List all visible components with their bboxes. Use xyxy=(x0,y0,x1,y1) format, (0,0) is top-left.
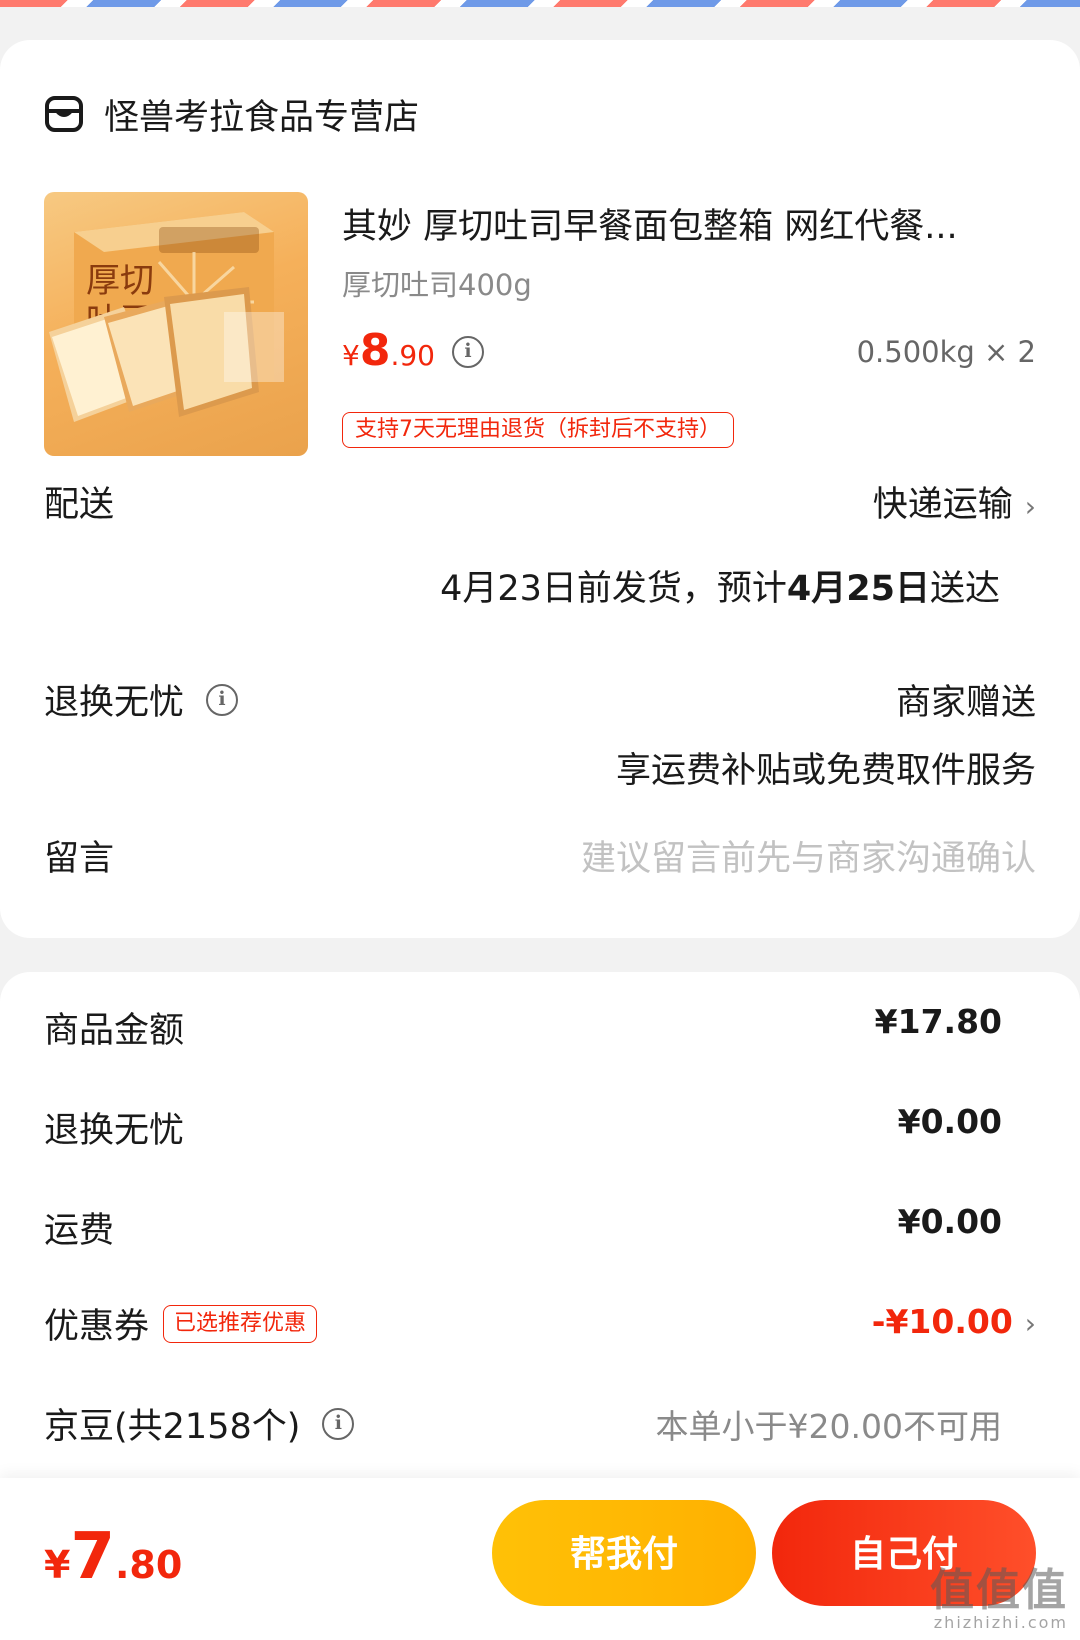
chevron-right-icon: › xyxy=(1024,490,1036,523)
jingdou-info-icon[interactable]: i xyxy=(322,1407,355,1440)
watermark-logo: 值值值 xyxy=(930,1565,1068,1616)
worry-free-cost-label: 退换无忧 xyxy=(44,1111,185,1151)
total-currency: ¥ xyxy=(44,1543,71,1587)
worry-free-info-icon[interactable]: i xyxy=(206,683,239,716)
worry-free-row-label: 退换无忧 i xyxy=(44,674,239,725)
airmail-stripe xyxy=(0,0,1080,7)
message-label: 留言 xyxy=(44,839,115,879)
worry-free-value: 商家赠送 xyxy=(895,683,1036,723)
product-quantity: 0.500kg × 2 xyxy=(856,335,1036,369)
price-info-icon[interactable]: i xyxy=(452,336,484,368)
shipping-detail-date: 4月25日 xyxy=(786,569,930,609)
coupon-value: -¥10.00 xyxy=(871,1302,1013,1341)
goods-amount-value: ¥17.80 xyxy=(874,1002,1002,1041)
help-pay-button[interactable]: 帮我付 xyxy=(492,1500,756,1606)
price-decimal: .90 xyxy=(390,339,435,372)
coupon-row-label: 优惠券 已选推荐优惠 xyxy=(44,1298,318,1349)
total-price: ¥ 7 .80 xyxy=(44,1520,182,1594)
product-image[interactable]: 厚切 吐司 xyxy=(44,192,308,456)
total-decimal: .80 xyxy=(114,1543,183,1587)
store-row[interactable]: 怪兽考拉食品专营店 xyxy=(44,82,419,146)
goods-amount-label: 商品金额 xyxy=(44,1011,185,1051)
cost-summary-card: 商品金额 ¥17.80 退换无忧 ¥0.00 运费 ¥0.00 优惠券 已选推荐… xyxy=(0,972,1080,1532)
worry-free-cost-value: ¥0.00 xyxy=(897,1102,1002,1141)
shipping-detail-post: 送达 xyxy=(929,569,1000,609)
store-name: 怪兽考拉食品专营店 xyxy=(104,97,420,138)
shipping-detail-pre: 4月23日前发货，预计 xyxy=(440,569,787,609)
coupon-tag: 已选推荐优惠 xyxy=(163,1304,318,1343)
product-spec: 厚切吐司400g xyxy=(342,268,532,302)
product-image-art: 厚切 吐司 xyxy=(49,212,284,422)
price-currency: ¥ xyxy=(342,339,360,372)
shipping-method-text: 快递运输 xyxy=(872,485,1013,525)
shipping-method[interactable]: 快递运输 › xyxy=(873,476,1036,527)
store-icon xyxy=(45,96,83,132)
freight-value: ¥0.00 xyxy=(897,1202,1002,1241)
shipping-label: 配送 xyxy=(44,485,115,525)
product-image-text: 厚切 xyxy=(86,261,154,301)
watermark: 值值值 zhizhizhi.com xyxy=(930,1565,1068,1633)
watermark-url: zhizhizhi.com xyxy=(933,1613,1068,1632)
coupon-label: 优惠券 xyxy=(44,1307,150,1347)
jingdou-row-label: 京豆(共2158个) i xyxy=(44,1398,355,1449)
total-integer: 7 xyxy=(70,1520,115,1594)
freight-label: 运费 xyxy=(44,1211,115,1251)
message-input[interactable]: 建议留言前先与商家沟通确认 xyxy=(581,830,1036,881)
product-price: ¥ 8 .90 xyxy=(342,325,435,376)
worry-free-label: 退换无忧 xyxy=(44,683,185,723)
jingdou-value: 本单小于¥20.00不可用 xyxy=(655,1407,1002,1446)
return-policy-tag: 支持7天无理由退货（拆封后不支持） xyxy=(342,412,734,448)
worry-free-desc: 享运费补贴或免费取件服务 xyxy=(615,751,1036,791)
price-integer: 8 xyxy=(359,325,391,376)
order-card: 怪兽考拉食品专营店 厚切 吐司 其妙 厚切吐司早餐面包整箱 网红代餐... 厚切… xyxy=(0,40,1080,938)
product-title[interactable]: 其妙 厚切吐司早餐面包整箱 网红代餐... xyxy=(342,198,1022,249)
coupon-value-row[interactable]: -¥10.00 › xyxy=(872,1302,1036,1341)
chevron-right-icon: › xyxy=(1024,1307,1036,1340)
checkout-bar: ¥ 7 .80 帮我付 自己付 值值值 zhizhizhi.com xyxy=(0,1478,1080,1640)
shipping-detail: 4月23日前发货，预计4月25日送达 xyxy=(440,560,1000,611)
jingdou-label: 京豆(共2158个) xyxy=(44,1407,301,1447)
